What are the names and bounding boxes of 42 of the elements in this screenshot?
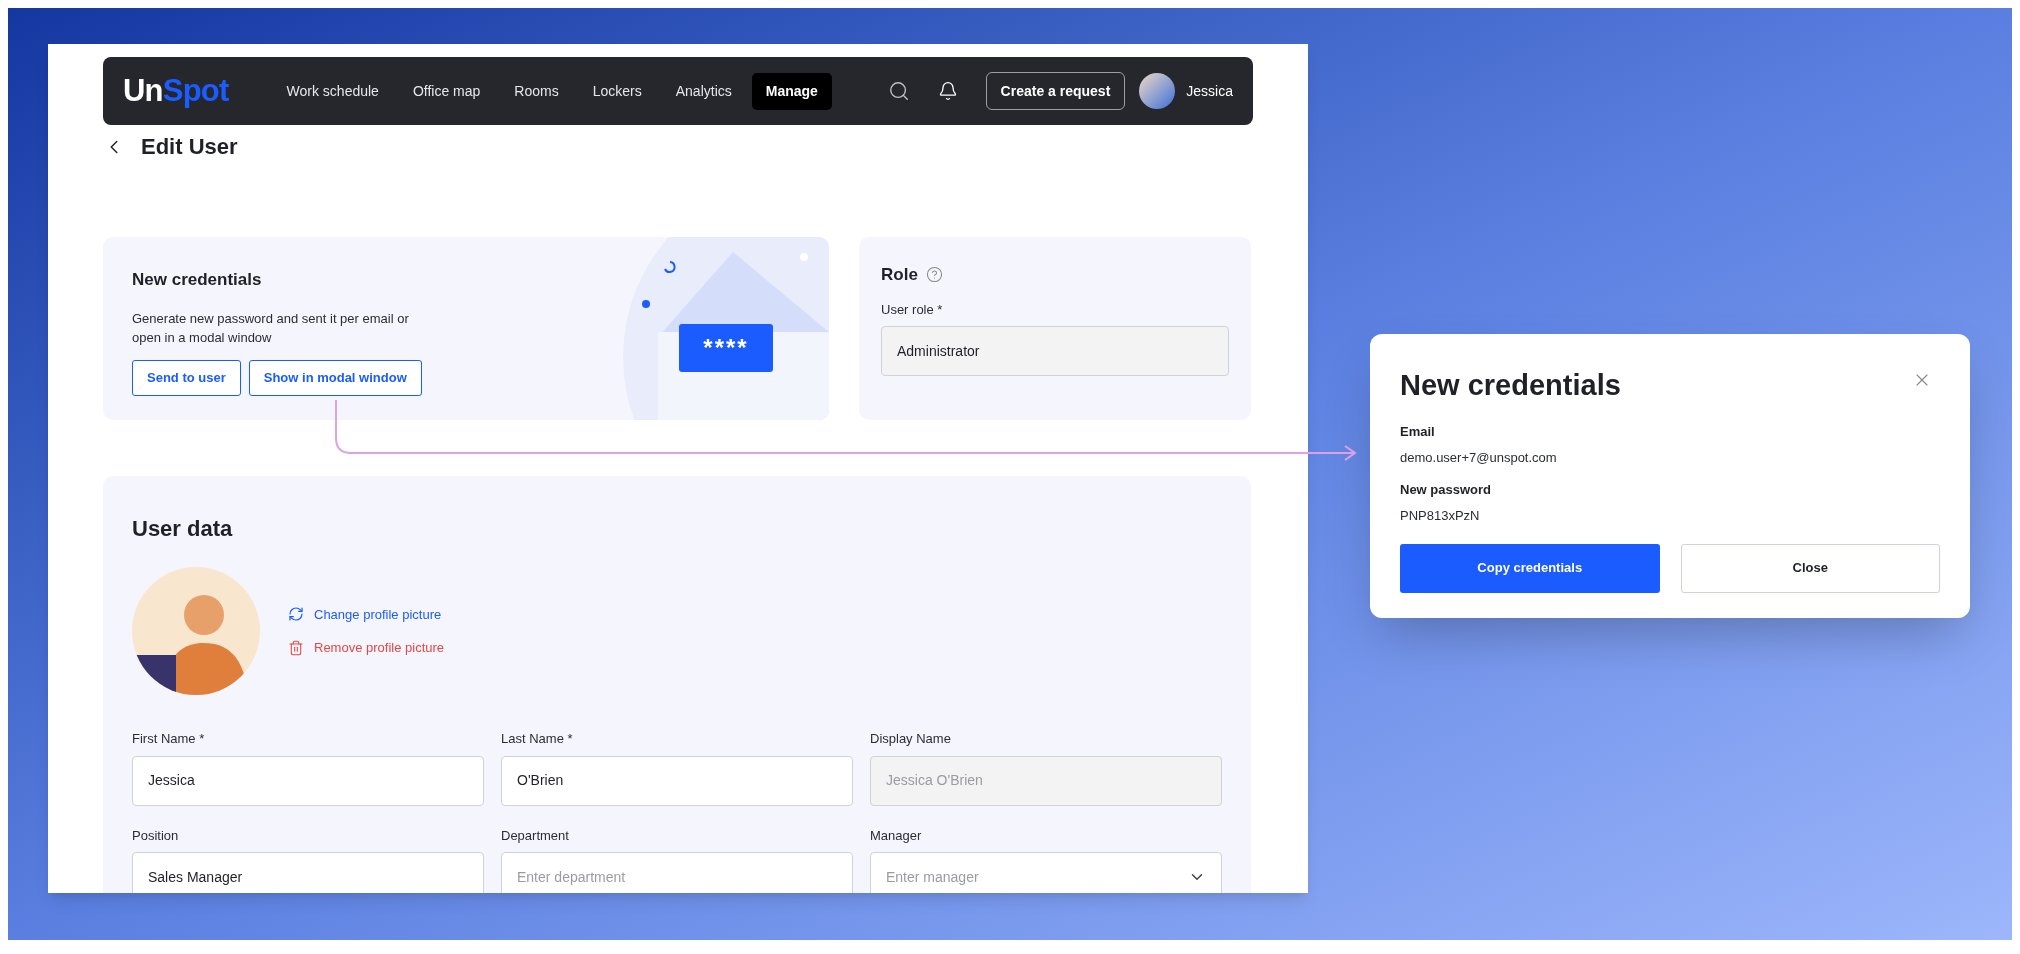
card-description: Generate new password and sent it per email or open in a modal window: [132, 309, 410, 347]
password-card: ****: [679, 324, 773, 372]
card-title: User data: [132, 515, 234, 543]
remove-picture-link[interactable]: Remove profile picture: [288, 638, 445, 658]
nav-tab[interactable]: Work schedule: [272, 72, 393, 110]
input-field[interactable]: O'Brien: [501, 755, 853, 806]
change-picture-link[interactable]: Change profile picture: [288, 604, 445, 624]
field-label: Department: [501, 826, 570, 845]
field-label: User role *: [881, 300, 944, 319]
nav-tab[interactable]: Rooms: [500, 72, 573, 110]
refresh-icon: [288, 606, 304, 623]
field-label: Last Name *: [501, 730, 574, 748]
input-field[interactable]: Jessica: [132, 755, 484, 806]
field-label: Manager: [870, 826, 923, 845]
search-icon[interactable]: [887, 80, 910, 102]
nav-tab[interactable]: Manage: [751, 72, 832, 110]
field-label: First Name *: [132, 730, 206, 748]
bell-icon[interactable]: [937, 81, 958, 101]
logo[interactable]: UnSpot: [123, 67, 229, 115]
modal-label: New password: [1400, 480, 1493, 499]
send-to-user-button[interactable]: Send to user: [132, 359, 241, 396]
copy-credentials-button[interactable]: Copy credentials: [1400, 543, 1660, 593]
field-label: Position: [132, 826, 180, 845]
show-modal-button[interactable]: Show in modal window: [248, 359, 422, 396]
nav-tab[interactable]: Lockers: [578, 72, 656, 110]
avatar[interactable]: [1139, 73, 1176, 109]
nav-tab[interactable]: Office map: [398, 72, 495, 110]
user-name[interactable]: Jessica: [1186, 80, 1233, 102]
modal-value: PNP813xPzN: [1400, 507, 1481, 525]
modal-title: New credentials: [1400, 368, 1621, 403]
modal-value: demo.user+7@unspot.com: [1400, 449, 1558, 467]
modal-label: Email: [1400, 422, 1436, 441]
page-title: Edit User: [141, 133, 238, 161]
card-title: Role: [881, 264, 918, 286]
card-title: New credentials: [132, 269, 263, 291]
create-request-button[interactable]: Create a request: [985, 72, 1126, 110]
field-label: Display Name: [870, 730, 952, 748]
input-field[interactable]: Sales Manager: [132, 852, 484, 893]
trash-icon: [288, 639, 304, 656]
nav-tab[interactable]: Analytics: [661, 72, 746, 110]
help-icon[interactable]: [925, 266, 943, 284]
close-button[interactable]: Close: [1680, 543, 1940, 593]
